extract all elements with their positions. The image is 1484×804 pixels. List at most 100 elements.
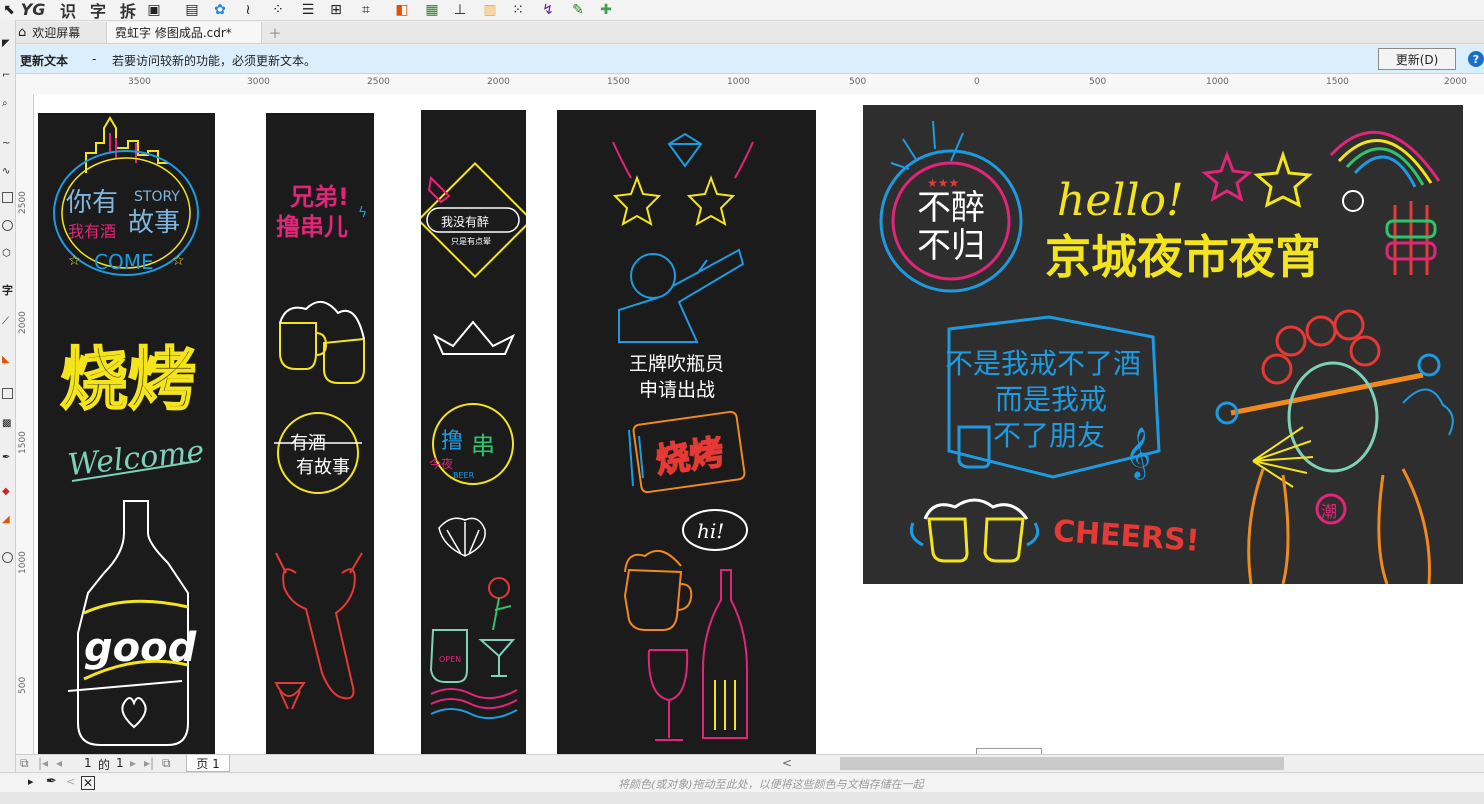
no-color-swatch[interactable]: ✕ xyxy=(81,776,95,790)
plugin-icon[interactable]: ✚ xyxy=(598,1,614,18)
artboard-banner-4[interactable]: 王牌吹瓶员 申请出战 烧烤 hi! xyxy=(557,110,816,754)
horizontal-ruler[interactable]: 3500 3000 2500 2000 1500 1000 500 0 500 … xyxy=(16,74,1484,95)
chai-button[interactable]: 拆 xyxy=(118,1,138,21)
mini-stars: ★★★ xyxy=(927,176,959,190)
ruler-label: 500 xyxy=(18,676,28,694)
wave-line-blue xyxy=(430,708,518,720)
distribute-icon[interactable]: ⊞ xyxy=(328,1,344,18)
add-tab-button[interactable]: + xyxy=(266,22,284,43)
ruler-label: 1500 xyxy=(1326,77,1349,87)
fill-tool-icon[interactable]: ◆ xyxy=(2,486,13,497)
lu-text: 撸 xyxy=(441,429,463,454)
eyedropper-icon[interactable]: ✒ xyxy=(46,774,57,789)
image-icon[interactable]: ▦ xyxy=(424,1,440,18)
bottle-wave-top xyxy=(83,599,189,615)
hair-bun xyxy=(1349,335,1381,367)
expand-icon[interactable]: ▸ xyxy=(28,775,34,788)
help-icon[interactable]: ? xyxy=(1468,51,1484,67)
lightning-icon: ϟ xyxy=(358,205,367,221)
outline-tool-icon[interactable]: ◢ xyxy=(2,514,13,525)
pick-tool-icon[interactable]: ◤ xyxy=(2,38,13,49)
tab-welcome[interactable]: ⌂ 欢迎屏幕 xyxy=(18,22,106,43)
transparency-tool-icon[interactable]: ▩ xyxy=(2,418,13,429)
artboard-banner-2[interactable]: 兄弟! 撸串儿 ϟ 有酒 有故事 xyxy=(266,113,374,754)
wine-glass-icon xyxy=(647,649,689,741)
ruler-label: 0 xyxy=(974,77,980,87)
chuan-text: 串 xyxy=(471,432,495,460)
star-right-icon xyxy=(686,175,736,227)
page-tab[interactable]: 页 1 xyxy=(186,755,230,772)
shape-tool-icon[interactable]: ⌐ xyxy=(2,70,13,81)
page-current[interactable]: 1 xyxy=(84,756,92,770)
bottle-outline xyxy=(77,500,189,746)
update-button[interactable]: 更新(D) xyxy=(1378,48,1456,70)
shi-button[interactable]: 识 xyxy=(58,1,78,21)
curve-icon[interactable]: ≀ xyxy=(240,1,256,18)
align-icon[interactable]: ☰ xyxy=(300,1,316,18)
page-first-icon[interactable]: ⧉ xyxy=(20,756,29,771)
ruler-label: 3000 xyxy=(247,77,270,87)
cocktail-icon xyxy=(478,639,516,677)
parallel-tool-icon[interactable]: ⟋ xyxy=(2,316,13,327)
text-frame-icon[interactable]: ⊥ xyxy=(452,1,468,18)
ruler-label: 1000 xyxy=(727,77,750,87)
crop-icon[interactable]: ⌗ xyxy=(358,1,374,18)
yg-button[interactable]: YG xyxy=(21,0,46,19)
rectangle-tool-icon[interactable] xyxy=(2,192,13,203)
zoom-tool-icon[interactable]: ⌕ xyxy=(2,98,13,109)
pick-tool-icon[interactable]: ⬉ xyxy=(2,1,16,18)
brush-icon[interactable]: ✎ xyxy=(570,1,586,18)
freehand-tool-icon[interactable]: ~ xyxy=(2,138,13,149)
heart-icon xyxy=(121,697,147,729)
ace-line-1: 王牌吹瓶员 xyxy=(629,353,724,375)
page-last-icon[interactable]: ▸| xyxy=(144,756,154,770)
page-prev-icon[interactable]: ◂ xyxy=(56,756,62,770)
vertical-ruler[interactable]: 2500 2000 1500 1000 500 xyxy=(16,94,34,756)
shadow-tool-icon[interactable] xyxy=(2,388,13,399)
zi-button[interactable]: 字 xyxy=(88,1,108,21)
connector-tool-icon[interactable]: ◣ xyxy=(2,354,13,365)
layer-icon[interactable]: ▣ xyxy=(146,1,162,18)
page-prev-first-icon[interactable]: |◂ xyxy=(38,756,48,770)
text-tool-icon[interactable]: 字 xyxy=(2,282,13,297)
ruler-label: 3500 xyxy=(128,77,151,87)
quote-line-3: 不了朋友 xyxy=(993,419,1105,452)
cheers-foam xyxy=(923,498,1029,520)
bottle-highlights xyxy=(714,680,736,730)
page-next-icon[interactable]: ▸ xyxy=(130,756,136,770)
toolbox: ◤ ⌐ ⌕ ~ ∿ ⬡ 字 ⟋ ◣ ▩ ✒ ◆ ◢ xyxy=(0,20,16,772)
welcome-text: Welcome xyxy=(66,434,206,483)
drunk-text: 我没有醉 xyxy=(441,214,489,229)
hair-bun xyxy=(1305,315,1337,347)
polygon-tool-icon[interactable]: ⬡ xyxy=(2,248,13,259)
add-tool-icon[interactable] xyxy=(2,552,13,563)
ellipse-tool-icon[interactable] xyxy=(2,220,13,231)
cheers-mug-right xyxy=(983,517,1025,563)
horizontal-scrollbar-thumb[interactable] xyxy=(840,757,1284,770)
tab-document-label: 霓虹字 修图成品.cdr* xyxy=(115,26,232,40)
tab-document[interactable]: 霓虹字 修图成品.cdr* xyxy=(106,22,262,43)
star-icon: ☆ xyxy=(68,253,81,269)
page-add-icon[interactable]: ⧉ xyxy=(162,756,171,771)
artboard-banner-3[interactable]: 我没有醉 只是有点晕 撸 串 今夜 BEER OPEN xyxy=(421,110,526,754)
table-icon[interactable]: ▤ xyxy=(184,1,200,18)
effect-icon[interactable]: ↯ xyxy=(540,1,556,18)
grid-icon[interactable]: ✿ xyxy=(212,1,228,18)
document-palette-bar: ▸ ✒ < ✕ 将颜色(或对象)拖动至此处，以便将这些颜色与文档存储在一起 xyxy=(0,772,1484,793)
grill-icon xyxy=(274,682,306,710)
drawing-canvas[interactable]: 你有 STORY 故事 我有酒 COME ☆ ☆ 烧烤 Welcome good… xyxy=(34,94,1484,755)
shape-icon[interactable]: ◧ xyxy=(394,1,410,18)
hair-bun xyxy=(1275,325,1307,357)
neon-artwork-5: 不醉 不归 ★★★ hello! 京城夜市夜宵 不是我戒不了酒 而是我戒 不了朋… xyxy=(879,120,1454,584)
eyedropper-tool-icon[interactable]: ✒ xyxy=(2,452,13,463)
node-icon[interactable]: ⁘ xyxy=(270,1,286,18)
scroll-left-icon[interactable]: < xyxy=(782,756,792,770)
list-icon[interactable]: ▥ xyxy=(482,1,498,18)
cheers-text: CHEERS! xyxy=(1052,514,1201,559)
artboard-banner-1[interactable]: 你有 STORY 故事 我有酒 COME ☆ ☆ 烧烤 Welcome good xyxy=(38,113,215,754)
scroll-palette-icon[interactable]: < xyxy=(66,775,75,788)
artboard-banner-5[interactable]: 不醉 不归 ★★★ hello! 京城夜市夜宵 不是我戒不了酒 而是我戒 不了朋… xyxy=(863,105,1463,584)
dots-icon[interactable]: ⁙ xyxy=(510,1,526,18)
artistic-tool-icon[interactable]: ∿ xyxy=(2,166,13,177)
shell-icon xyxy=(438,517,486,557)
